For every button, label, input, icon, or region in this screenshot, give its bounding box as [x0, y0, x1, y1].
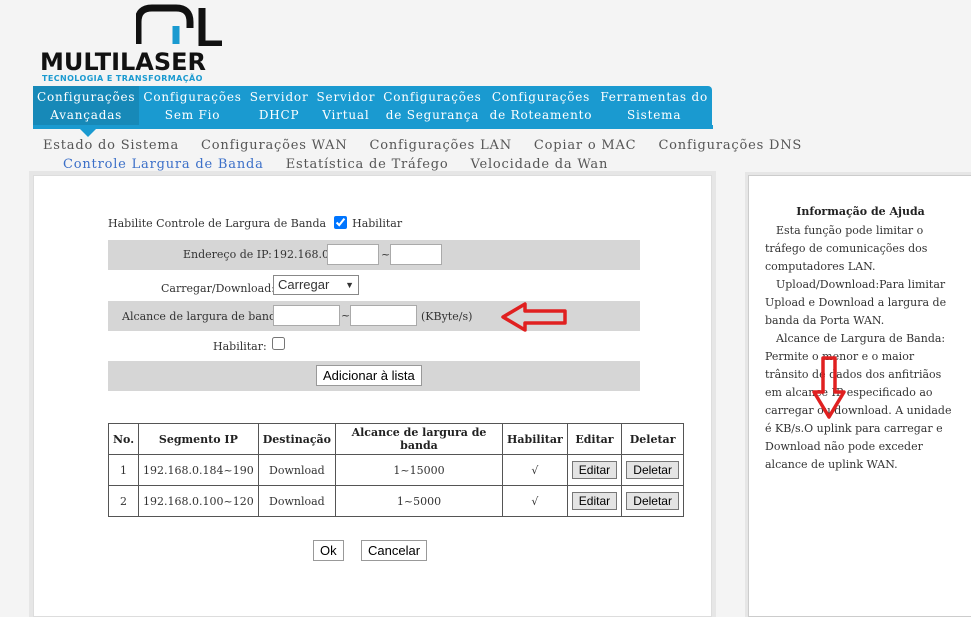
col-no: No. [107, 423, 140, 455]
main-panel: Habilite Controle de Largura de Banda Ha… [33, 175, 712, 617]
ip-row: Endereço de IP: 192.168.0. ~ [108, 240, 640, 270]
cancel-button[interactable]: Cancelar [361, 540, 428, 561]
enable-label: Habilite Controle de Largura de Banda [108, 217, 327, 230]
ip-label: Endereço de IP: [183, 248, 272, 261]
enable-checkbox[interactable] [333, 216, 347, 229]
col-editar: Editar [566, 423, 623, 455]
habilitar-checkbox[interactable] [272, 337, 285, 350]
col-destinacao: Destinação [257, 423, 337, 455]
col-alcance: Alcance de largura de banda [335, 423, 503, 455]
help-paragraph: Alcance de Largura de Banda: Permite o m… [765, 332, 952, 471]
table-row: 2 192.168.0.100~120 Download 1~5000 √ Ed… [107, 485, 685, 517]
annotation-down-arrow-icon [812, 356, 846, 419]
brand-name: MULTILASER [40, 48, 207, 76]
main-nav: Configurações Avançadas Configurações Se… [33, 86, 712, 125]
table-row: 1 192.168.0.184~190 Download 1~15000 √ E… [107, 454, 685, 486]
cell-delete: Deletar [621, 454, 685, 486]
edit-button[interactable]: Editar [571, 492, 618, 510]
col-segmento-ip: Segmento IP [138, 423, 259, 455]
brand-tagline: TECNOLOGIA E TRANSFORMAÇÃO [42, 74, 203, 83]
range-unit: (KByte/s) [421, 310, 473, 323]
cell-edit: Editar [566, 454, 623, 486]
subnav-copiar-mac[interactable]: Copiar o MAC [534, 136, 637, 155]
enable-row: Habilite Controle de Largura de Banda Ha… [108, 216, 640, 236]
direction-label: Carregar/Download: [161, 282, 275, 295]
logo-mark-icon [136, 4, 222, 46]
cell-range: 1~5000 [335, 485, 503, 517]
cell-dest: Download [257, 454, 337, 486]
help-panel: Informação de Ajuda Esta função pode lim… [748, 175, 971, 617]
nav-ferramentas-sistema[interactable]: Ferramentas do Sistema [596, 86, 712, 125]
nav-configuracoes-sem-fio[interactable]: Configurações Sem Fio [139, 86, 245, 125]
cell-ip: 192.168.0.184~190 [138, 454, 259, 486]
direction-value: Carregar [278, 277, 330, 292]
range-separator: ~ [341, 309, 351, 322]
sub-nav: Estado do Sistema Configurações WAN Conf… [43, 136, 801, 174]
delete-button[interactable]: Deletar [626, 461, 679, 479]
range-label: Alcance de largura de banda: [122, 310, 287, 323]
subnav-configuracoes-lan[interactable]: Configurações LAN [370, 136, 512, 155]
dropdown-arrow-icon: ▼ [345, 280, 354, 290]
cell-edit: Editar [566, 485, 623, 517]
nav-configuracoes-avancadas[interactable]: Configurações Avançadas [33, 86, 140, 125]
ip-start-input[interactable] [327, 244, 379, 265]
range-min-input[interactable] [273, 305, 340, 326]
subnav-estado-do-sistema[interactable]: Estado do Sistema [43, 136, 179, 155]
cell-enabled: √ [502, 485, 568, 517]
help-paragraph: Esta função pode limitar o tráfego de co… [765, 224, 928, 273]
cell-no: 2 [107, 485, 140, 517]
habilitar-label: Habilitar: [213, 340, 267, 353]
col-deletar: Deletar [621, 423, 685, 455]
nav-servidor-virtual[interactable]: Servidor Virtual [313, 86, 380, 125]
help-body: Esta função pode limitar o tráfego de co… [765, 222, 956, 474]
subnav-configuracoes-dns[interactable]: Configurações DNS [658, 136, 802, 155]
ip-prefix: 192.168.0. [273, 248, 333, 261]
ok-button[interactable]: Ok [313, 540, 344, 561]
help-title: Informação de Ajuda [796, 205, 925, 218]
subnav-velocidade-wan[interactable]: Velocidade da Wan [470, 155, 608, 174]
nav-configuracoes-seguranca[interactable]: Configurações de Segurança [379, 86, 485, 125]
help-paragraph: Upload/Download:Para limitar Upload e Do… [765, 278, 947, 327]
table-header-row: No. Segmento IP Destinação Alcance de la… [107, 423, 685, 455]
range-max-input[interactable] [350, 305, 417, 326]
ip-end-input[interactable] [390, 244, 442, 265]
col-habilitar: Habilitar [502, 423, 568, 455]
subnav-estatistica-trafego[interactable]: Estatística de Tráfego [286, 155, 449, 174]
nav-servidor-dhcp[interactable]: Servidor DHCP [246, 86, 313, 125]
add-row: Adicionar à lista [108, 361, 640, 391]
cell-dest: Download [257, 485, 337, 517]
habilitar-row: Habilitar: [108, 334, 640, 358]
delete-button[interactable]: Deletar [626, 492, 679, 510]
annotation-left-arrow-icon [501, 302, 567, 332]
cell-delete: Deletar [621, 485, 685, 517]
add-to-list-button[interactable]: Adicionar à lista [316, 365, 422, 386]
nav-configuracoes-roteamento[interactable]: Configurações de Roteamento [486, 86, 597, 125]
nav-underline [33, 125, 713, 129]
direction-row: Carregar/Download: Carregar ▼ [108, 273, 640, 301]
bandwidth-rules-table: No. Segmento IP Destinação Alcance de la… [107, 423, 685, 517]
cell-enabled: √ [502, 454, 568, 486]
subnav-controle-largura-banda[interactable]: Controle Largura de Banda [63, 155, 264, 174]
edit-button[interactable]: Editar [571, 461, 618, 479]
cell-range: 1~15000 [335, 454, 503, 486]
cell-ip: 192.168.0.100~120 [138, 485, 259, 517]
multilaser-logo: MULTILASER TECNOLOGIA E TRANSFORMAÇÃO [40, 4, 230, 84]
direction-select[interactable]: Carregar ▼ [273, 275, 359, 295]
cell-no: 1 [107, 454, 140, 486]
ip-separator: ~ [381, 248, 391, 261]
enable-check-label: Habilitar [352, 217, 403, 230]
subnav-configuracoes-wan[interactable]: Configurações WAN [201, 136, 347, 155]
